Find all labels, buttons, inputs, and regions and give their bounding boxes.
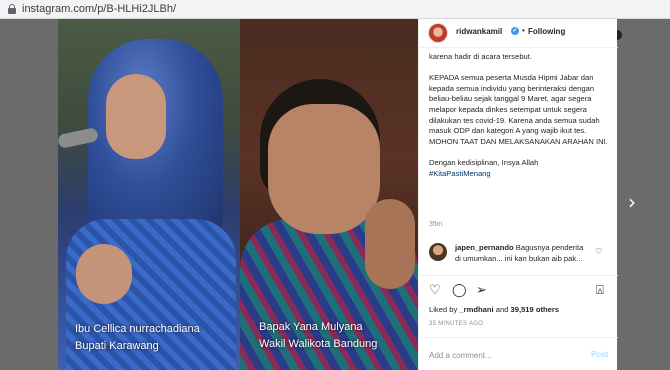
- lock-icon: [8, 4, 16, 14]
- photo-caption-left: Ibu Cellica nurrachadiana Bupati Karawan…: [75, 323, 200, 352]
- post-header: ridwankamil ✔ • Following: [419, 19, 618, 48]
- caption-line: karena hadir di acara tersebut.: [429, 52, 532, 61]
- comment-avatar[interactable]: [429, 243, 447, 261]
- verified-badge-icon: ✔: [511, 27, 519, 35]
- comment-item: japen_pernando Bagusnya penderita di umu…: [455, 243, 590, 264]
- caption-line: Dengan kedisiplinan, Insya Allah #KitaPa…: [429, 157, 539, 178]
- photo-right-half: [240, 19, 418, 370]
- post-side-panel: ridwankamil ✔ • Following karena hadir d…: [418, 19, 618, 370]
- avatar[interactable]: [428, 23, 448, 43]
- share-icon[interactable]: ➢: [476, 283, 487, 298]
- post-photo[interactable]: Ibu Cellica nurrachadiana Bupati Karawan…: [58, 19, 418, 370]
- hashtag-link[interactable]: #KitaPastiMenang: [429, 169, 491, 178]
- post-username[interactable]: ridwankamil: [456, 27, 502, 36]
- comment-input[interactable]: [429, 348, 579, 362]
- following-button[interactable]: Following: [528, 27, 565, 36]
- browser-address-bar[interactable]: instagram.com/p/B-HLHi2JLBh/: [0, 0, 670, 19]
- post-button[interactable]: Post: [591, 350, 608, 359]
- url-text[interactable]: instagram.com/p/B-HLHi2JLBh/: [22, 3, 176, 15]
- post-caption: karena hadir di acara tersebut. KEPADA s…: [429, 52, 609, 179]
- caption-time: 35m: [429, 221, 443, 228]
- header-separator: •: [522, 26, 525, 35]
- heart-icon[interactable]: ♡: [429, 283, 441, 298]
- photo-caption-right: Bapak Yana Mulyana Wakil Walikota Bandun…: [259, 321, 378, 350]
- comment-icon[interactable]: ◯: [452, 283, 467, 298]
- photo-left-half: [58, 19, 240, 370]
- caption-line: KEPADA semua peserta Musda Hipmi Jabar d…: [429, 73, 608, 146]
- chevron-right-icon[interactable]: ›: [628, 190, 636, 214]
- comment-like-icon[interactable]: ♡: [595, 247, 602, 256]
- bookmark-icon[interactable]: ⍓: [596, 283, 604, 298]
- likes-summary[interactable]: Liked by _rmdhani and 39,519 others: [429, 305, 559, 314]
- add-comment-section: Post: [419, 337, 618, 370]
- post-timestamp: 35 MINUTES AGO: [429, 321, 484, 327]
- comment-username[interactable]: japen_pernando: [455, 243, 514, 252]
